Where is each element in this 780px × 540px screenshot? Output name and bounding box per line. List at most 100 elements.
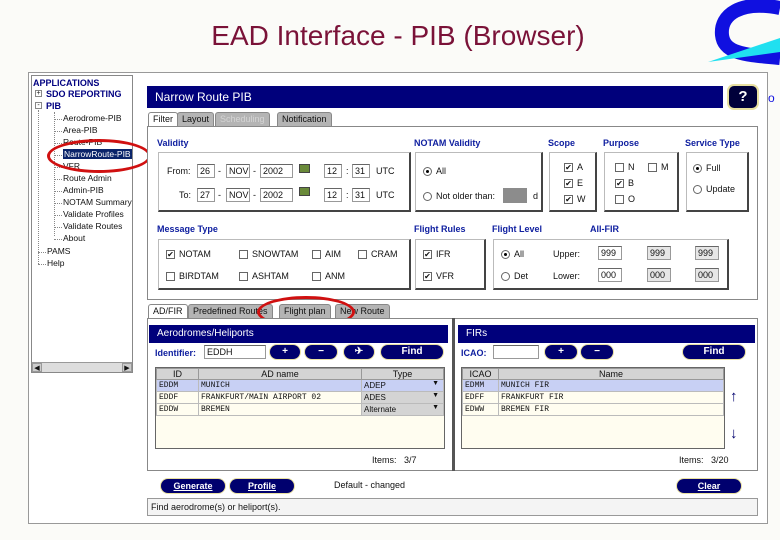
remove-fir-button[interactable]: − (581, 345, 613, 359)
table-row[interactable]: EDMM MUNICH FIR (462, 379, 724, 392)
tree-item-area-pib[interactable]: Area-PIB (63, 125, 98, 135)
tree-item-help[interactable]: Help (47, 258, 64, 268)
lower-level-input: 000 (695, 268, 719, 282)
fir-icao-cell: EDFF (462, 391, 499, 404)
profile-button[interactable]: Profile (230, 479, 294, 493)
radio-level-all[interactable]: All (501, 249, 525, 260)
ashtam-checkbox[interactable]: ASHTAM (239, 271, 289, 282)
tree-item-validate-profiles[interactable]: Validate Profiles (63, 209, 124, 219)
column-header[interactable]: Type (361, 368, 444, 380)
scope-w-checkbox[interactable]: ✔ W (564, 194, 586, 205)
radio-label: Not older than: (436, 191, 496, 201)
to-month-input[interactable]: NOV (226, 188, 250, 202)
to-day-input[interactable]: 27 (197, 188, 215, 202)
table-row[interactable]: EDWW BREMEN FIR (462, 403, 724, 416)
birdtam-checkbox[interactable]: BIRDTAM (166, 271, 219, 282)
tree-item-route-admin[interactable]: Route Admin (63, 173, 112, 183)
from-day-input[interactable]: 26 (197, 164, 215, 178)
radio-level-det[interactable]: Det (501, 271, 528, 282)
tree-horizontal-scrollbar[interactable]: ◀ ▶ (32, 362, 132, 372)
tree-item-aerodrome-pib[interactable]: Aerodrome-PIB (63, 113, 122, 123)
from-month-input[interactable]: NOV (226, 164, 250, 178)
tree-item-sdo-reporting[interactable]: SDO REPORTING (46, 89, 122, 99)
ad-type-dropdown[interactable]: ADES (361, 391, 444, 404)
checkbox-label: E (577, 178, 584, 188)
radio-update[interactable]: Update (693, 184, 735, 195)
tree-item-notam-summary[interactable]: NOTAM Summary (63, 197, 132, 207)
table-row[interactable]: EDDF FRANKFURT/MAIN AIRPORT 02 ADES (156, 391, 444, 404)
cram-checkbox[interactable]: CRAM (358, 249, 398, 260)
ad-type-dropdown[interactable]: Alternate (361, 403, 444, 416)
radio-label: All (514, 249, 525, 259)
tab-filter[interactable]: Filter (148, 112, 178, 126)
column-header[interactable]: ICAO (462, 368, 499, 380)
find-aerodrome-button[interactable]: Find (381, 345, 443, 359)
checkbox-label: ANM (325, 271, 345, 281)
scope-e-checkbox[interactable]: ✔ E (564, 178, 584, 189)
table-row[interactable]: EDFF FRANKFURT FIR (462, 391, 724, 404)
from-minute-input[interactable]: 31 (352, 164, 370, 178)
tree-item-pib[interactable]: PIB (46, 101, 61, 111)
tab-notification[interactable]: Notification (277, 112, 332, 126)
add-fir-button[interactable]: + (545, 345, 577, 359)
tree-item-validate-routes[interactable]: Validate Routes (63, 221, 122, 231)
purpose-n-checkbox[interactable]: N (615, 162, 635, 173)
flight-level-label: Flight Level (492, 224, 543, 234)
calendar-icon[interactable] (299, 164, 310, 173)
collapse-icon[interactable]: - (35, 102, 42, 109)
upper-level-input[interactable]: 999 (598, 246, 622, 260)
scope-label: Scope (548, 138, 576, 148)
move-down-button[interactable]: ↓ (730, 425, 738, 442)
to-year-input[interactable]: 2002 (260, 188, 293, 202)
to-minute-input[interactable]: 31 (352, 188, 370, 202)
scope-a-checkbox[interactable]: ✔ A (564, 162, 583, 173)
tab-ad-fir[interactable]: AD/FIR (148, 304, 188, 318)
anm-checkbox[interactable]: ANM (312, 271, 345, 282)
utc-label: UTC (376, 190, 395, 200)
from-year-input[interactable]: 2002 (260, 164, 293, 178)
checkbox-label: NOTAM (179, 249, 211, 259)
radio-all[interactable]: All (423, 166, 446, 177)
table-row[interactable]: EDDM MUNICH ADEP (156, 379, 444, 392)
remove-button[interactable]: − (305, 345, 337, 359)
ad-type-dropdown[interactable]: ADEP (361, 379, 444, 392)
snowtam-checkbox[interactable]: SNOWTAM (239, 249, 298, 260)
from-label: From: (167, 166, 191, 176)
purpose-b-checkbox[interactable]: ✔ B (615, 178, 635, 189)
column-header[interactable]: Name (498, 368, 724, 380)
flight-rules-label: Flight Rules (414, 224, 466, 234)
generate-button[interactable]: Generate (161, 479, 225, 493)
tree-item-admin-pib[interactable]: Admin-PIB (63, 185, 104, 195)
aim-checkbox[interactable]: AIM (312, 249, 341, 260)
clear-button[interactable]: Clear (677, 479, 741, 493)
column-header[interactable]: ID (156, 368, 199, 380)
purpose-o-checkbox[interactable]: O (615, 194, 635, 205)
identifier-input[interactable]: EDDH (204, 345, 266, 359)
ifr-checkbox[interactable]: ✔ IFR (423, 249, 451, 260)
expand-icon[interactable]: + (35, 90, 42, 97)
calendar-icon[interactable] (299, 187, 310, 196)
icao-input[interactable] (493, 345, 539, 359)
column-header[interactable]: AD name (198, 368, 362, 380)
validity-box (158, 152, 411, 212)
radio-full[interactable]: Full (693, 163, 721, 174)
from-hour-input[interactable]: 12 (324, 164, 342, 178)
find-fir-button[interactable]: Find (683, 345, 745, 359)
tree-item-pams[interactable]: PAMS (47, 246, 70, 256)
to-hour-input[interactable]: 12 (324, 188, 342, 202)
purpose-m-checkbox[interactable]: M (648, 162, 669, 173)
tab-layout[interactable]: Layout (177, 112, 215, 126)
lower-level-input[interactable]: 000 (598, 268, 622, 282)
ad-id-cell: EDDW (156, 403, 199, 416)
add-button[interactable]: + (270, 345, 300, 359)
tree-item-about[interactable]: About (63, 233, 85, 243)
table-row[interactable]: EDDW BREMEN Alternate (156, 403, 444, 416)
checkbox-label: B (628, 178, 635, 188)
help-button[interactable]: ? (729, 86, 757, 108)
days-input[interactable] (503, 188, 527, 203)
move-up-button[interactable]: ↑ (730, 388, 738, 405)
radio-not-older[interactable]: Not older than: (423, 191, 496, 202)
airplane-button[interactable]: ✈ (344, 345, 374, 359)
notam-checkbox[interactable]: ✔ NOTAM (166, 249, 211, 260)
vfr-checkbox[interactable]: ✔ VFR (423, 271, 454, 282)
